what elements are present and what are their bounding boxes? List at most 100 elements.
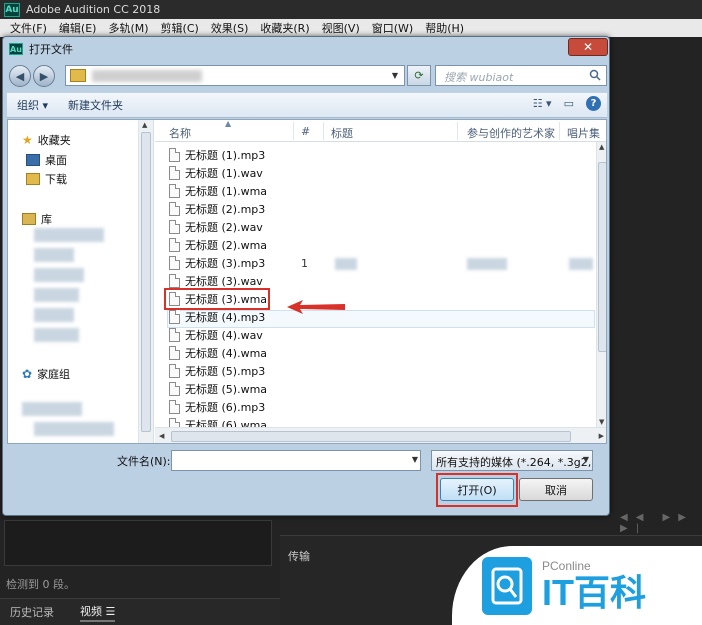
scroll-left-icon[interactable]: ◀ (159, 432, 164, 440)
sort-ascending-icon: ▲ (225, 119, 232, 128)
track-number: 1 (301, 257, 308, 270)
view-controls: ☷ ▾ ▭ ? (533, 96, 601, 111)
menu-clip[interactable]: 剪辑(C) (155, 20, 205, 36)
menu-favorites[interactable]: 收藏夹(R) (254, 20, 315, 36)
navigation-bar: ◀ ▶ ▼ ⟳ 搜索 wubiaot (9, 63, 609, 87)
file-row[interactable]: 无标题 (5).mp3 (169, 362, 265, 380)
back-button[interactable]: ◀ (9, 65, 31, 87)
file-name: 无标题 (5).mp3 (185, 365, 266, 378)
menu-file[interactable]: 文件(F) (4, 20, 53, 36)
horizontal-scrollbar-thumb[interactable] (171, 431, 571, 442)
file-row[interactable]: 无标题 (5).wma (169, 380, 267, 398)
file-icon (169, 364, 180, 378)
file-type-select[interactable]: 所有支持的媒体 (*.264, *.3g2, ▼ (431, 450, 593, 471)
scroll-right-icon[interactable]: ▶ (599, 432, 604, 440)
open-button-highlight-box (436, 473, 518, 507)
panel-transfer-title: 传输 (288, 550, 310, 563)
file-name: 无标题 (2).wma (185, 239, 268, 252)
search-placeholder: 搜索 wubiaot (444, 71, 514, 84)
menu-view[interactable]: 视图(V) (316, 20, 366, 36)
nav-scrollbar-thumb[interactable] (141, 132, 151, 432)
blurred-album-cell (569, 258, 593, 270)
horizontal-scrollbar[interactable]: ◀ ▶ (155, 427, 606, 443)
file-row[interactable]: 无标题 (4).wma (169, 344, 267, 362)
menu-multitrack[interactable]: 多轨(M) (102, 20, 154, 36)
open-file-dialog: Au 打开文件 ✕ ◀ ▶ ▼ ⟳ 搜索 wubiaot 组织 ▾ 新建文件夹 … (2, 36, 610, 516)
nav-libraries[interactable]: 库 (22, 211, 52, 227)
star-icon: ★ (22, 133, 33, 147)
menu-help[interactable]: 帮助(H) (419, 20, 470, 36)
menu-window[interactable]: 窗口(W) (366, 20, 419, 36)
file-row[interactable]: 无标题 (1).mp3 (169, 146, 265, 164)
column-number[interactable]: # (301, 125, 310, 138)
view-options-icon[interactable]: ☷ ▾ (533, 97, 552, 110)
help-icon[interactable]: ? (586, 96, 601, 111)
file-icon (169, 238, 180, 252)
chevron-down-icon[interactable]: ▼ (412, 455, 418, 464)
file-icon (169, 310, 180, 324)
nav-desktop-label: 桌面 (45, 154, 67, 167)
file-icon (169, 400, 180, 414)
tab-history[interactable]: 历史记录 (10, 604, 54, 620)
filename-input[interactable]: ▼ (171, 450, 421, 471)
blurred-library-item (34, 288, 79, 302)
preview-pane-icon[interactable]: ▭ (564, 97, 574, 110)
file-name: 无标题 (5).wma (185, 383, 268, 396)
file-name: 无标题 (3).mp3 (185, 257, 266, 270)
refresh-button[interactable]: ⟳ (407, 65, 431, 86)
watermark-big-text: IT百科 (542, 571, 646, 613)
menu-edit[interactable]: 编辑(E) (53, 20, 103, 36)
watermark: PConline IT百科 (452, 546, 702, 625)
chevron-down-icon[interactable]: ▼ (388, 68, 402, 83)
selected-file-highlight-box (164, 288, 270, 310)
column-name[interactable]: 名称 (169, 125, 191, 141)
scroll-down-icon[interactable]: ▼ (599, 418, 604, 426)
file-row[interactable]: 无标题 (1).wav (169, 164, 263, 182)
column-artist[interactable]: 参与创作的艺术家 (467, 125, 555, 141)
file-name: 无标题 (2).wav (185, 221, 263, 234)
blurred-library-item (34, 268, 84, 282)
nav-homegroup[interactable]: ✿ 家庭组 (22, 366, 70, 382)
pconline-logo-icon (482, 556, 532, 615)
file-list-scrollbar-thumb[interactable] (598, 162, 606, 352)
file-row[interactable]: 无标题 (2).wav (169, 218, 263, 236)
file-icon (169, 202, 180, 216)
app-titlebar: Au Adobe Audition CC 2018 (0, 0, 702, 19)
status-text: 检测到 0 段。 (6, 578, 75, 591)
file-row[interactable]: 无标题 (6).mp3 (169, 398, 265, 416)
new-folder-button[interactable]: 新建文件夹 (58, 97, 133, 113)
file-row[interactable]: 无标题 (1).wma (169, 182, 267, 200)
menu-effects[interactable]: 效果(S) (205, 20, 255, 36)
file-icon (169, 166, 180, 180)
nav-favorites[interactable]: ★ 收藏夹 (22, 132, 71, 148)
column-album[interactable]: 唱片集 (567, 125, 600, 141)
nav-desktop[interactable]: 桌面 (26, 152, 67, 168)
dialog-footer: 文件名(N): ▼ 所有支持的媒体 (*.264, *.3g2, ▼ 打开(O)… (7, 447, 607, 513)
file-icon (169, 148, 180, 162)
file-row[interactable]: 无标题 (2).mp3 (169, 200, 265, 218)
dialog-toolbar: 组织 ▾ 新建文件夹 ☷ ▾ ▭ ? (7, 92, 607, 118)
filename-label: 文件名(N): (117, 455, 171, 468)
file-row[interactable]: 无标题 (3).mp3 (169, 254, 265, 272)
tab-video[interactable]: 视频 ☰ (80, 603, 116, 622)
column-title[interactable]: 标题 (331, 125, 353, 141)
search-input[interactable]: 搜索 wubiaot (435, 65, 607, 86)
nav-scrollbar[interactable]: ▲ (138, 120, 153, 443)
scroll-up-icon[interactable]: ▲ (599, 143, 604, 151)
scroll-up-icon[interactable]: ▲ (142, 121, 147, 129)
file-row[interactable]: 无标题 (4).mp3 (169, 308, 265, 326)
audition-logo-icon: Au (9, 43, 23, 55)
audition-logo-icon: Au (4, 2, 20, 17)
file-list-scrollbar[interactable]: ▲ ▼ (596, 142, 606, 427)
homegroup-icon: ✿ (22, 367, 33, 381)
address-bar[interactable]: ▼ (65, 65, 405, 86)
file-name: 无标题 (4).wma (185, 347, 268, 360)
chevron-down-icon[interactable]: ▼ (583, 455, 589, 464)
cancel-button[interactable]: 取消 (519, 478, 593, 501)
nav-downloads[interactable]: 下载 (26, 171, 67, 187)
file-row[interactable]: 无标题 (2).wma (169, 236, 267, 254)
organize-button[interactable]: 组织 ▾ (7, 97, 58, 113)
file-row[interactable]: 无标题 (4).wav (169, 326, 263, 344)
forward-button[interactable]: ▶ (33, 65, 55, 87)
close-button[interactable]: ✕ (568, 38, 608, 56)
